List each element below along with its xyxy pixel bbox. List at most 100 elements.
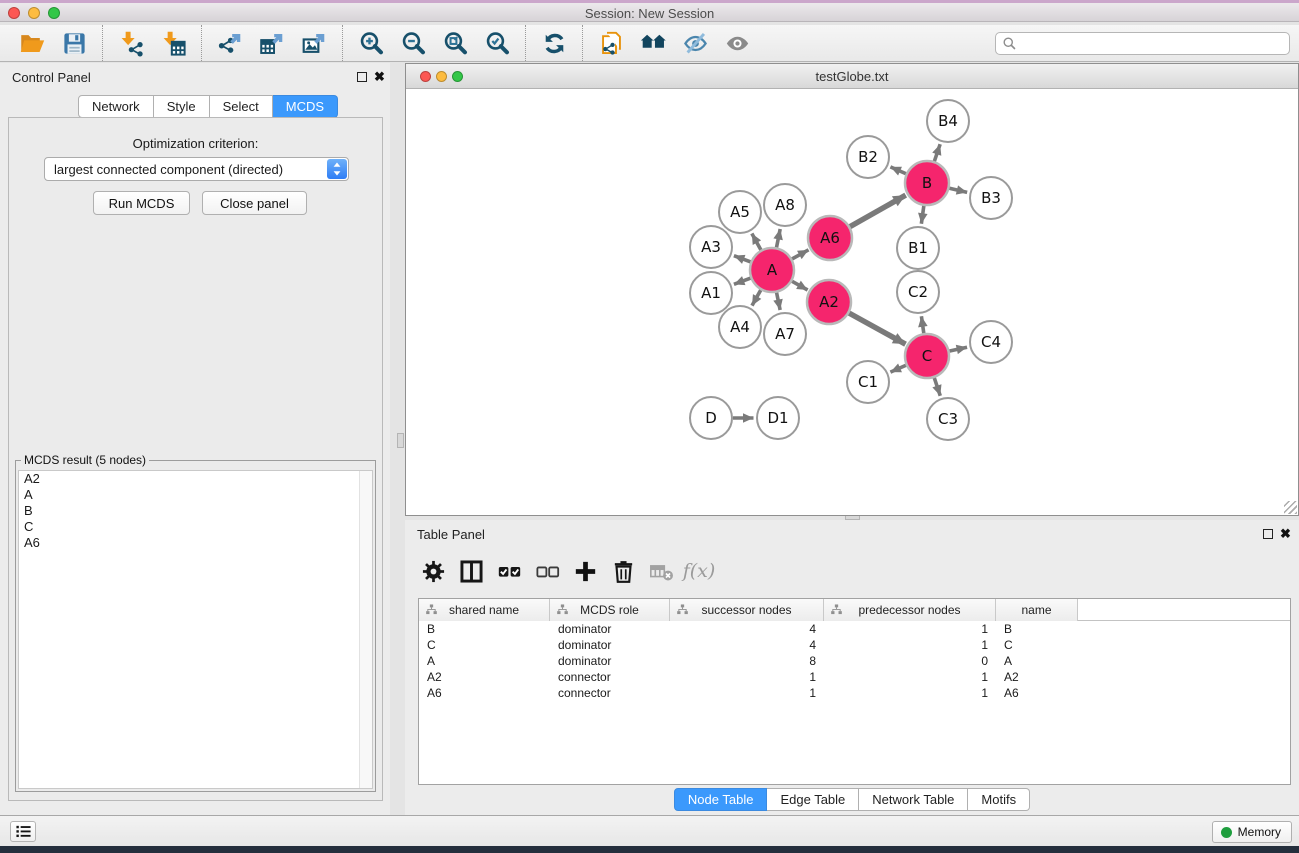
import-network-icon[interactable] xyxy=(110,26,152,60)
graph-node-B[interactable]: B xyxy=(905,161,949,205)
add-column-icon[interactable] xyxy=(570,555,600,587)
graph-edge-B-B4[interactable] xyxy=(934,144,940,162)
table-row[interactable]: Bdominator41B xyxy=(419,621,1290,637)
table-cell[interactable]: 4 xyxy=(670,621,824,637)
hide-selected-icon[interactable] xyxy=(674,26,716,60)
float-panel-icon[interactable] xyxy=(357,72,367,82)
graph-node-B4[interactable]: B4 xyxy=(927,100,969,142)
graph-edge-A-A6[interactable] xyxy=(791,250,808,260)
show-all-icon[interactable] xyxy=(716,26,758,60)
graph-node-A7[interactable]: A7 xyxy=(764,313,806,355)
open-file-icon[interactable] xyxy=(11,26,53,60)
table-cell[interactable]: A6 xyxy=(996,685,1078,701)
table-cell[interactable]: B xyxy=(996,621,1078,637)
search-input[interactable] xyxy=(995,32,1290,55)
network-canvas[interactable]: B4B2BB3B1A5A8A6A3AA1A2C2A4A7CC4C1C3DD1 xyxy=(406,89,1298,515)
new-network-from-file-icon[interactable] xyxy=(590,26,632,60)
zoom-selected-icon[interactable] xyxy=(476,26,518,60)
graph-edge-A-A1[interactable] xyxy=(734,278,751,285)
table-cell[interactable]: 4 xyxy=(670,637,824,653)
optimization-criterion-select[interactable]: largest connected component (directed) xyxy=(44,157,349,181)
table-row[interactable]: Adominator80A xyxy=(419,653,1290,669)
table-cell[interactable]: C xyxy=(996,637,1078,653)
graph-node-C1[interactable]: C1 xyxy=(847,361,889,403)
tab-motifs[interactable]: Motifs xyxy=(968,788,1030,811)
close-panel-button[interactable]: Close panel xyxy=(202,191,307,215)
show-panel-button[interactable] xyxy=(10,821,36,842)
deselect-all-icon[interactable] xyxy=(532,555,562,587)
table-cell[interactable]: 1 xyxy=(824,637,996,653)
memory-button[interactable]: Memory xyxy=(1212,821,1292,843)
table-cell[interactable]: A2 xyxy=(996,669,1078,685)
graph-edge-A-A8[interactable] xyxy=(776,229,780,248)
mcds-result-item[interactable]: A2 xyxy=(19,471,372,487)
import-table-icon[interactable] xyxy=(152,26,194,60)
list-scrollbar[interactable] xyxy=(359,471,372,788)
table-cell[interactable]: A6 xyxy=(419,685,550,701)
graph-node-B1[interactable]: B1 xyxy=(897,227,939,269)
hide-panels-icon[interactable] xyxy=(632,26,674,60)
zoom-out-icon[interactable] xyxy=(392,26,434,60)
graph-node-A1[interactable]: A1 xyxy=(690,272,732,314)
graph-node-A3[interactable]: A3 xyxy=(690,226,732,268)
table-cell[interactable]: A2 xyxy=(419,669,550,685)
delete-icon[interactable] xyxy=(608,555,638,587)
column-header-shared-name[interactable]: shared name xyxy=(419,599,550,621)
column-header-name[interactable]: name xyxy=(996,599,1078,621)
graph-node-C4[interactable]: C4 xyxy=(970,321,1012,363)
mcds-result-item[interactable]: A xyxy=(19,487,372,503)
table-cell[interactable]: dominator xyxy=(550,653,670,669)
graph-edge-A6-B[interactable] xyxy=(849,195,906,227)
tab-style[interactable]: Style xyxy=(154,95,210,118)
graph-edge-A-A2[interactable] xyxy=(791,281,807,290)
graph-node-A5[interactable]: A5 xyxy=(719,191,761,233)
run-mcds-button[interactable]: Run MCDS xyxy=(93,191,190,215)
graph-node-A8[interactable]: A8 xyxy=(764,184,806,226)
table-row[interactable]: A6connector11A6 xyxy=(419,685,1290,701)
save-session-icon[interactable] xyxy=(53,26,95,60)
table-cell[interactable]: 1 xyxy=(670,685,824,701)
table-cell[interactable]: 8 xyxy=(670,653,824,669)
column-header-successor-nodes[interactable]: successor nodes xyxy=(670,599,824,621)
table-row[interactable]: A2connector11A2 xyxy=(419,669,1290,685)
graph-node-A6[interactable]: A6 xyxy=(808,216,852,260)
graph-node-C[interactable]: C xyxy=(905,334,949,378)
table-row[interactable]: Cdominator41C xyxy=(419,637,1290,653)
close-panel-icon[interactable]: ✖ xyxy=(374,69,385,85)
tab-mcds[interactable]: MCDS xyxy=(273,95,338,118)
table-cell[interactable]: 1 xyxy=(670,669,824,685)
table-cell[interactable]: 1 xyxy=(824,685,996,701)
mcds-result-item[interactable]: C xyxy=(19,519,372,535)
graph-edge-A-A5[interactable] xyxy=(752,233,762,250)
graph-node-A[interactable]: A xyxy=(750,248,794,292)
graph-edge-C-C4[interactable] xyxy=(948,347,967,351)
tab-select[interactable]: Select xyxy=(210,95,273,118)
table-cell[interactable]: 1 xyxy=(824,669,996,685)
table-cell[interactable]: 0 xyxy=(824,653,996,669)
graph-edge-B-B1[interactable] xyxy=(921,205,924,224)
graph-edge-A-A7[interactable] xyxy=(776,292,780,310)
mcds-result-item[interactable]: B xyxy=(19,503,372,519)
table-cell[interactable]: dominator xyxy=(550,637,670,653)
graph-edge-A-A3[interactable] xyxy=(734,256,751,263)
vertical-splitter-handle[interactable] xyxy=(397,433,404,448)
float-table-panel-icon[interactable] xyxy=(1263,529,1273,539)
graph-edge-A-A4[interactable] xyxy=(752,289,761,305)
table-cell[interactable]: connector xyxy=(550,685,670,701)
table-cell[interactable]: B xyxy=(419,621,550,637)
graph-node-D[interactable]: D xyxy=(690,397,732,439)
graph-edge-C-C2[interactable] xyxy=(921,316,924,334)
column-header-mcds-role[interactable]: MCDS role xyxy=(550,599,670,621)
graph-node-A2[interactable]: A2 xyxy=(807,280,851,324)
graph-node-D1[interactable]: D1 xyxy=(757,397,799,439)
graph-edge-B-B2[interactable] xyxy=(890,167,906,174)
tab-node-table[interactable]: Node Table xyxy=(674,788,768,811)
split-columns-icon[interactable] xyxy=(456,555,486,587)
network-window-titlebar[interactable]: testGlobe.txt xyxy=(406,64,1298,89)
graph-edge-A2-C[interactable] xyxy=(848,313,905,345)
zoom-in-icon[interactable] xyxy=(350,26,392,60)
graph-node-C3[interactable]: C3 xyxy=(927,398,969,440)
graph-node-C2[interactable]: C2 xyxy=(897,271,939,313)
table-cell[interactable]: A xyxy=(996,653,1078,669)
table-cell[interactable]: A xyxy=(419,653,550,669)
